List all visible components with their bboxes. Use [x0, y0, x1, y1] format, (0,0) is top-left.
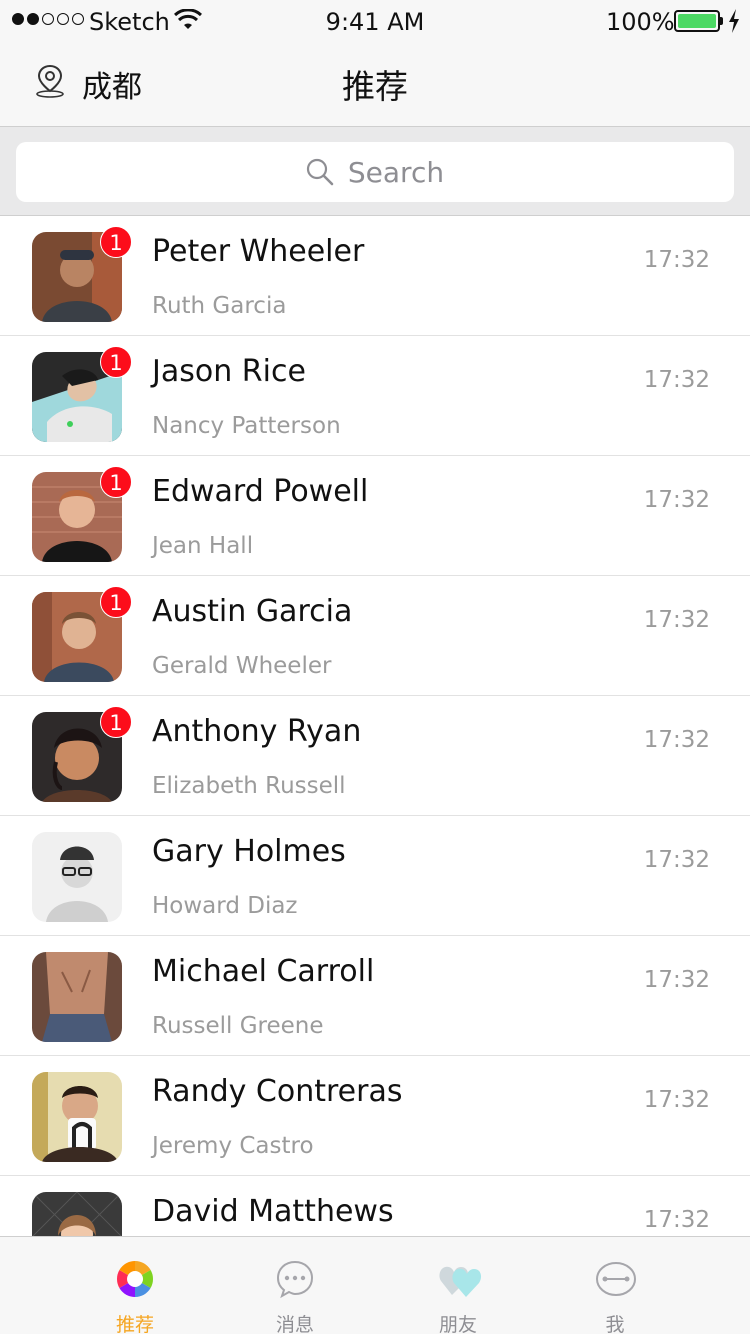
contact-name: Edward Powell — [152, 474, 369, 509]
contact-subtitle: Elizabeth Russell — [152, 773, 346, 799]
list-item[interactable]: David Matthews 17:32 — [0, 1176, 750, 1236]
unread-badge: 1 — [100, 226, 132, 258]
tab-messages[interactable]: 消息 — [215, 1237, 375, 1334]
message-time: 17:32 — [643, 727, 710, 753]
message-time: 17:32 — [643, 1207, 710, 1233]
battery-icon — [674, 10, 720, 32]
list-item[interactable]: 1 Edward Powell Jean Hall 17:32 — [0, 456, 750, 576]
list-item[interactable]: Gary Holmes Howard Diaz 17:32 — [0, 816, 750, 936]
tab-label: 朋友 — [438, 1314, 477, 1334]
tab-me[interactable]: 我 — [535, 1237, 695, 1334]
contact-name: Peter Wheeler — [152, 234, 365, 269]
list-item[interactable]: Randy Contreras Jeremy Castro 17:32 — [0, 1056, 750, 1176]
tab-friends[interactable]: 朋友 — [378, 1237, 538, 1334]
contact-subtitle: Russell Greene — [152, 1013, 324, 1039]
profile-icon — [596, 1262, 636, 1296]
list-item[interactable]: Michael Carroll Russell Greene 17:32 — [0, 936, 750, 1056]
search-area: Search — [0, 127, 750, 216]
contact-name: Jason Rice — [152, 354, 306, 389]
battery-cap — [720, 17, 723, 25]
message-time: 17:32 — [643, 247, 710, 273]
colorful-wheel-icon — [116, 1261, 154, 1297]
avatar — [32, 832, 122, 922]
contact-subtitle: Jean Hall — [152, 533, 254, 559]
list-item[interactable]: 1 Peter Wheeler Ruth Garcia 17:32 — [0, 216, 750, 336]
message-time: 17:32 — [643, 607, 710, 633]
contact-subtitle: Jeremy Castro — [152, 1133, 314, 1159]
contact-list: 1 Peter Wheeler Ruth Garcia 17:32 1 Jaso… — [0, 216, 750, 1236]
tab-label: 推荐 — [115, 1314, 154, 1334]
tab-label: 我 — [605, 1314, 625, 1334]
list-item[interactable]: 1 Austin Garcia Gerald Wheeler 17:32 — [0, 576, 750, 696]
avatar — [32, 1192, 122, 1236]
tab-label: 消息 — [275, 1314, 314, 1334]
list-item[interactable]: 1 Anthony Ryan Elizabeth Russell 17:32 — [0, 696, 750, 816]
message-time: 17:32 — [643, 487, 710, 513]
search-icon — [306, 158, 334, 186]
message-time: 17:32 — [643, 367, 710, 393]
contact-name: Austin Garcia — [152, 594, 353, 629]
tab-bar: 推荐 消息 朋友 我 — [0, 1236, 750, 1334]
message-time: 17:32 — [643, 967, 710, 993]
contact-name: Randy Contreras — [152, 1074, 403, 1109]
contact-subtitle: Gerald Wheeler — [152, 653, 332, 679]
contact-subtitle: Howard Diaz — [152, 893, 298, 919]
contact-subtitle: Nancy Patterson — [152, 413, 341, 439]
unread-badge: 1 — [100, 586, 132, 618]
status-bar: Sketch 9:41 AM 100% — [0, 0, 750, 44]
battery-percentage: 100% — [606, 8, 675, 36]
unread-badge: 1 — [100, 706, 132, 738]
hearts-icon — [439, 1266, 482, 1297]
message-time: 17:32 — [643, 847, 710, 873]
nav-bar: 成都 推荐 — [0, 44, 750, 127]
unread-badge: 1 — [100, 346, 132, 378]
avatar — [32, 952, 122, 1042]
contact-subtitle: Ruth Garcia — [152, 293, 287, 319]
search-input[interactable]: Search — [16, 142, 734, 202]
list-item[interactable]: 1 Jason Rice Nancy Patterson 17:32 — [0, 336, 750, 456]
contact-name: Anthony Ryan — [152, 714, 362, 749]
charging-bolt-icon — [729, 9, 739, 33]
contact-name: Michael Carroll — [152, 954, 375, 989]
page-title: 推荐 — [342, 67, 408, 106]
contact-name: Gary Holmes — [152, 834, 346, 869]
chat-bubble-icon — [276, 1260, 314, 1299]
search-placeholder: Search — [347, 155, 445, 189]
tab-recommend[interactable]: 推荐 — [55, 1237, 215, 1334]
message-time: 17:32 — [643, 1087, 710, 1113]
unread-badge: 1 — [100, 466, 132, 498]
avatar — [32, 1072, 122, 1162]
contact-name: David Matthews — [152, 1194, 394, 1229]
